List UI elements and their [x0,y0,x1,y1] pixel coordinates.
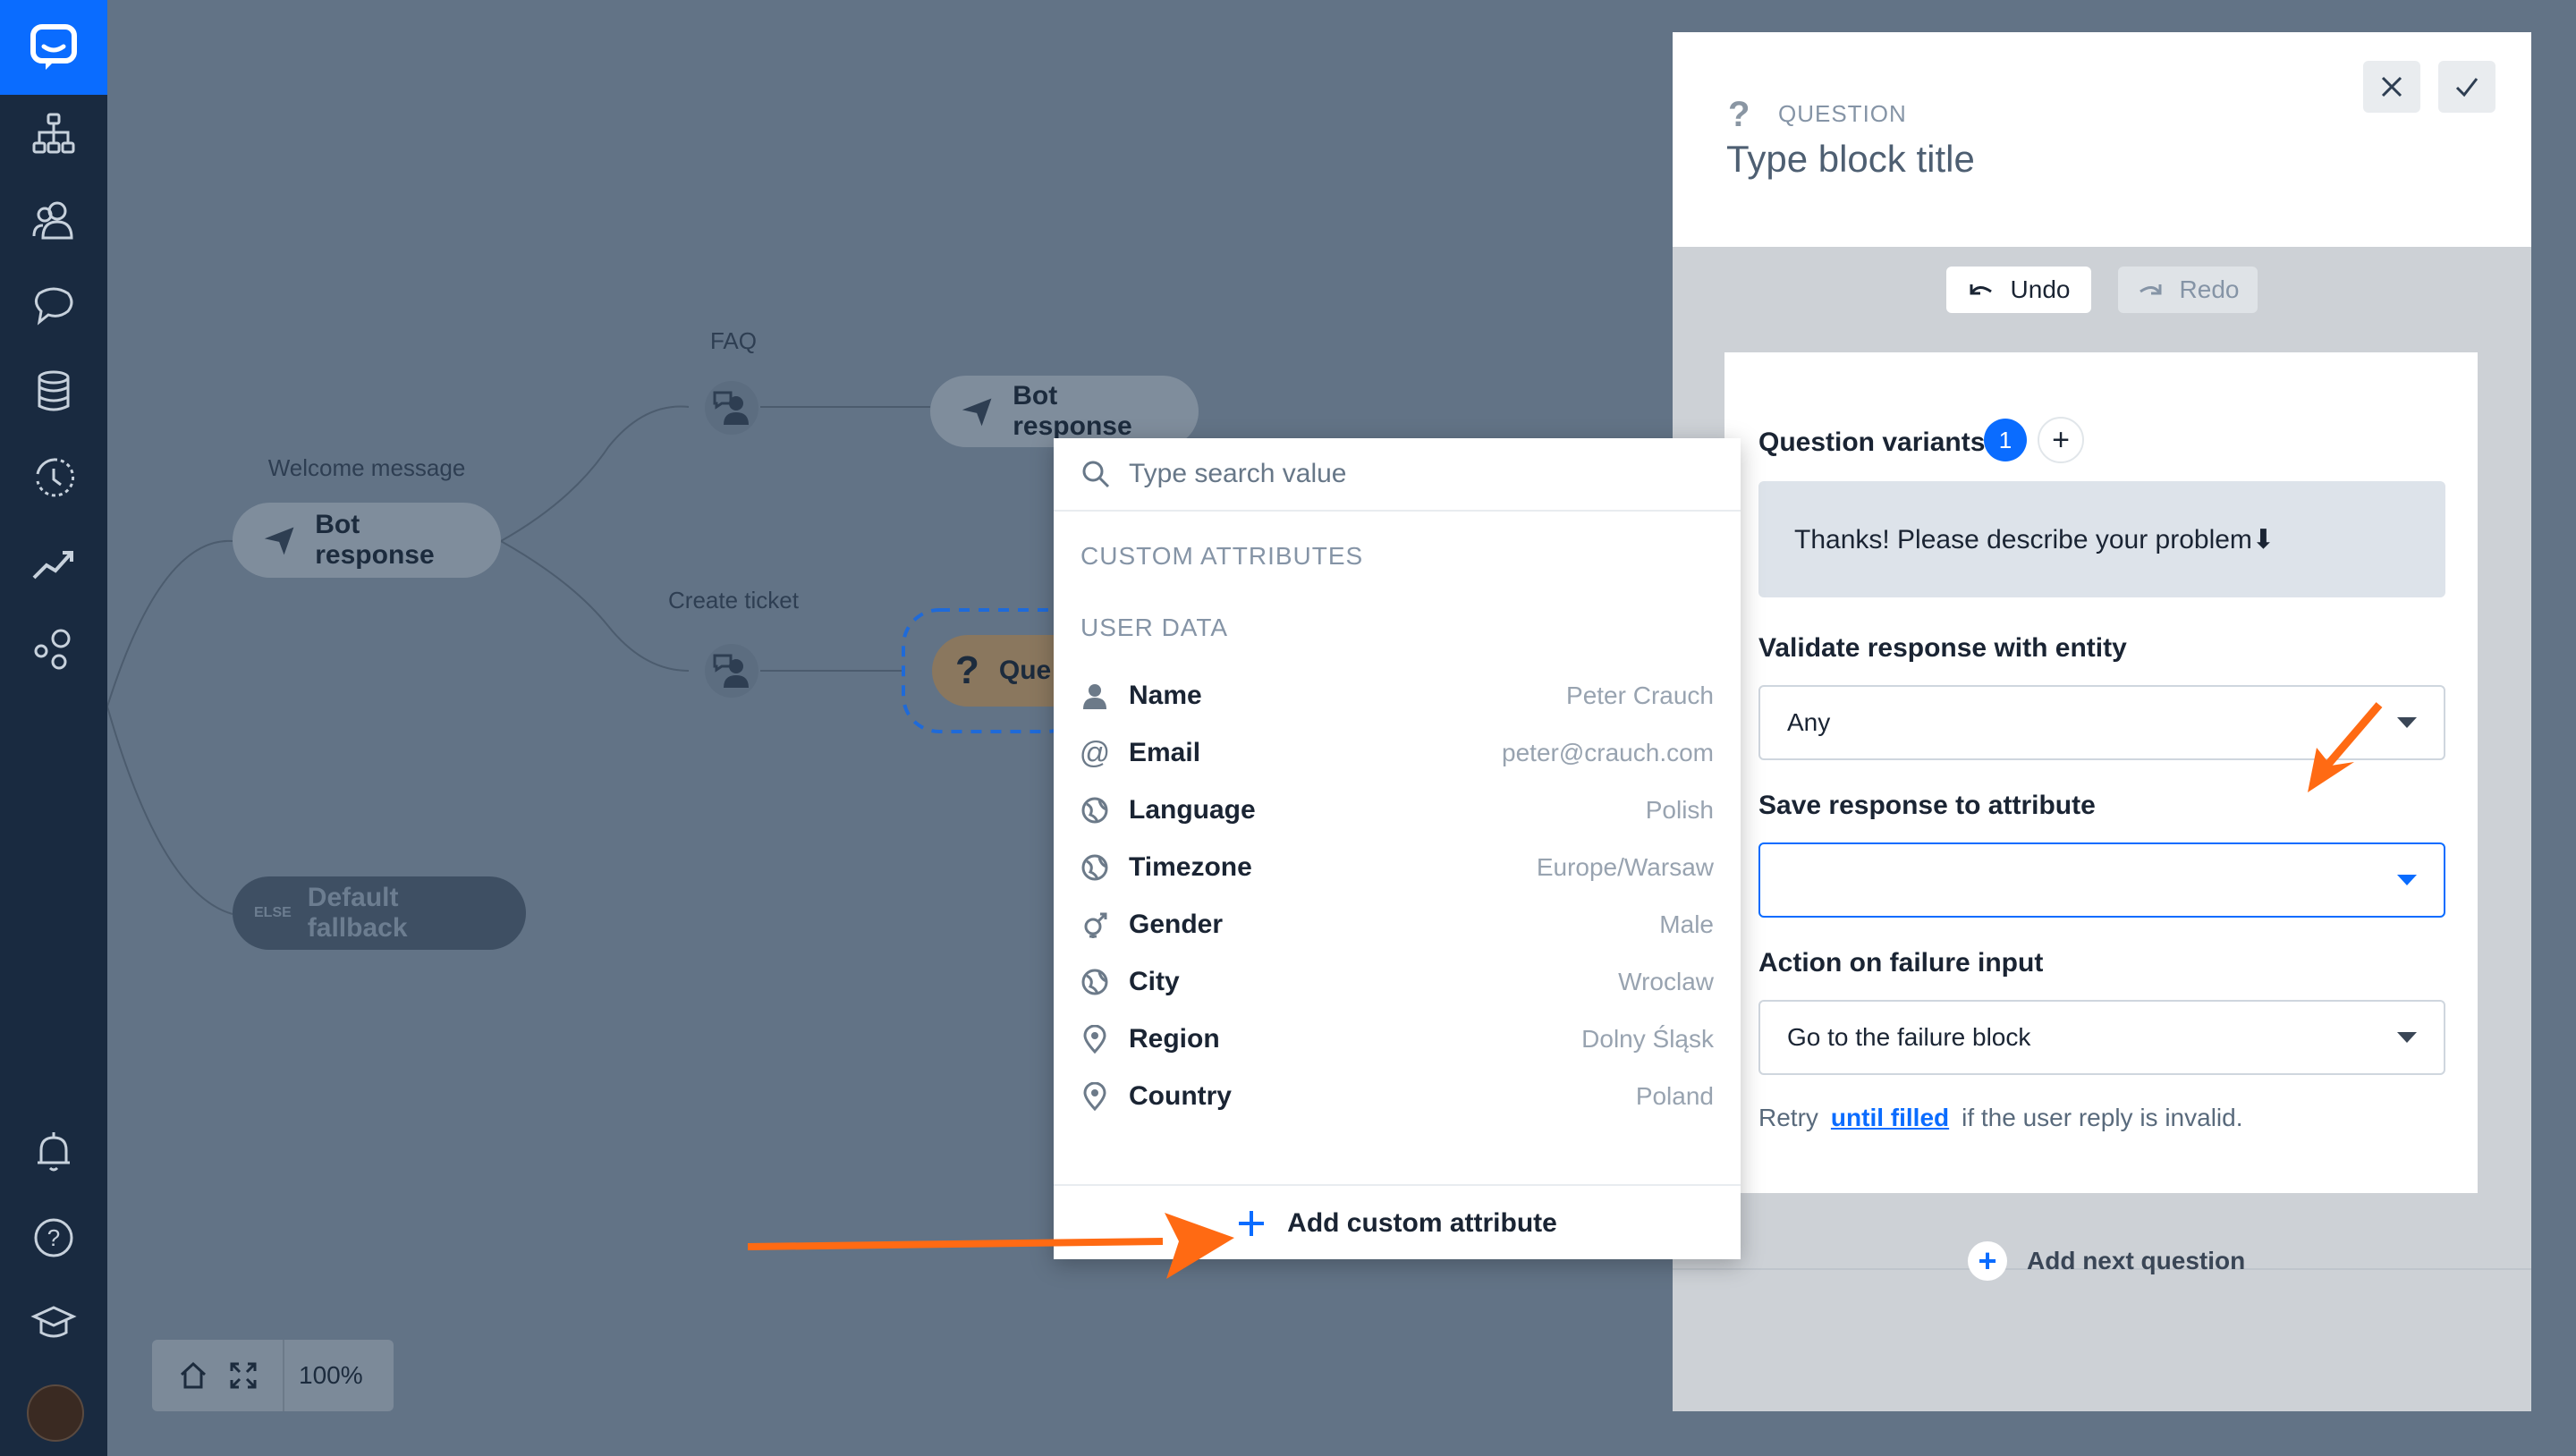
arrow-to-add-custom-icon [1165,1213,1234,1279]
arrow-to-save-attribute-icon [2308,748,2354,792]
annotation-arrows [747,702,2383,1279]
